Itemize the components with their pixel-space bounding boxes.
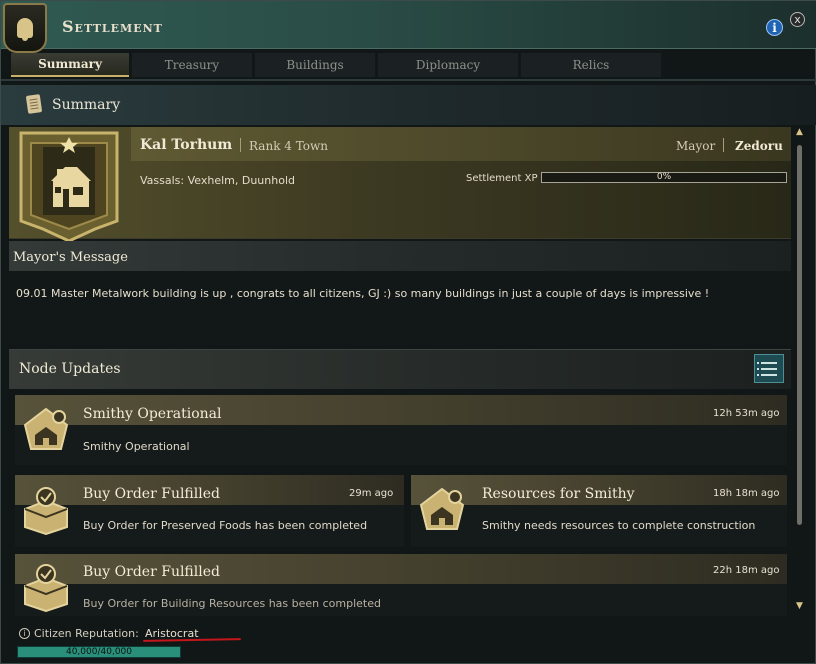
town-banner: Kal Torhum Rank 4 Town Mayor Zedoru Vass… [9,127,791,243]
settlement-window: Settlement i x Summary Treasury Building… [0,0,816,664]
building-gear-icon [419,487,465,530]
info-icon[interactable]: i [766,19,783,36]
tab-bar: Summary Treasury Buildings Diplomacy Rel… [11,53,664,79]
node-updates-header [9,349,791,389]
update-card-title: Buy Order Fulfilled [83,486,220,502]
window-title: Settlement [62,17,163,36]
tab-diplomacy[interactable]: Diplomacy [378,53,518,77]
section-title: Summary [52,97,121,113]
list-icon [757,373,777,376]
crate-check-icon [24,564,68,612]
divider [240,138,241,152]
update-card-time: 12h 53m ago [713,408,780,419]
town-name: Kal Torhum [140,137,233,153]
scroll-down-icon[interactable]: ▼ [796,601,803,611]
update-card-description: Smithy Operational [83,440,190,453]
red-underline-annotation [142,638,242,642]
bell-icon [3,3,47,53]
list-icon [757,361,777,364]
crate-check-icon [24,487,68,535]
update-card[interactable]: Buy Order Fulfilled 29m ago Buy Order fo… [15,475,404,547]
list-icon [757,367,777,370]
tab-buildings[interactable]: Buildings [255,53,375,77]
town-shield-icon [19,131,119,243]
mayor-name[interactable]: Zedoru [735,139,783,153]
mayor-message-text: 09.01 Master Metalwork building is up , … [16,287,710,300]
list-view-button[interactable] [754,354,784,383]
tab-relics[interactable]: Relics [521,53,661,77]
scroll-up-icon[interactable]: ▲ [796,127,803,137]
title-bar[interactable]: Settlement i x [1,1,816,53]
update-card-time: 29m ago [349,488,394,499]
reputation-label: Citizen Reputation: [34,627,139,640]
xp-progress-bar: 0% [541,172,787,183]
update-card-description: Smithy needs resources to complete const… [482,519,756,532]
tab-divider [1,79,816,81]
update-card-time: 22h 18m ago [713,565,780,576]
update-card-description: Buy Order for Preserved Foods has been c… [83,519,368,532]
mayor-message-body [9,271,791,345]
update-card[interactable]: Resources for Smithy 18h 18m ago Smithy … [411,475,787,547]
xp-label: Settlement XP [466,173,538,184]
scrollbar[interactable]: ▲ ▼ [796,127,804,617]
info-icon[interactable]: i [19,628,30,639]
close-icon[interactable]: x [790,12,805,27]
scroll-thumb[interactable] [797,145,802,525]
divider [723,138,724,152]
reputation-progress-bar: 40,000/40,000 [17,646,181,658]
update-card[interactable]: Buy Order Fulfilled 22h 18m ago Buy Orde… [15,554,787,616]
update-card-title: Buy Order Fulfilled [83,564,220,580]
update-card-title: Resources for Smithy [482,486,635,502]
tab-treasury[interactable]: Treasury [132,53,252,77]
mayor-label: Mayor [676,139,716,153]
update-card-title: Smithy Operational [83,406,222,422]
update-card-description: Buy Order for Building Resources has bee… [83,597,381,610]
reputation-progress-text: 40,000/40,000 [65,647,132,657]
update-card-time: 18h 18m ago [713,488,780,499]
building-gear-icon [23,407,69,450]
tab-summary[interactable]: Summary [11,53,129,77]
node-updates-title: Node Updates [19,361,121,377]
xp-progress-text: 0% [656,172,672,182]
section-header: Summary [1,85,816,125]
update-card[interactable]: Smithy Operational 12h 53m ago Smithy Op… [15,395,787,465]
scroll-icon [25,94,43,114]
vassals-text: Vassals: Vexhelm, Duunhold [140,174,295,187]
town-rank: Rank 4 Town [249,139,329,153]
mayor-message-title: Mayor's Message [13,250,128,265]
